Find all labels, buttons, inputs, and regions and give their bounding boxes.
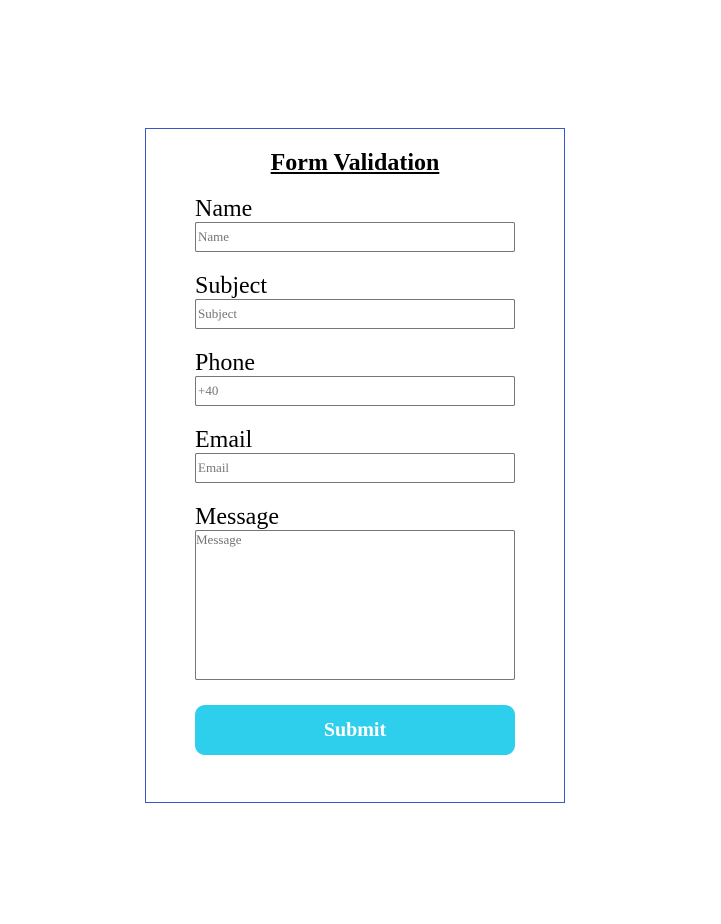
form-card: Form Validation Name Subject Phone Email… xyxy=(145,128,565,803)
subject-label: Subject xyxy=(195,273,267,299)
email-input[interactable] xyxy=(195,453,515,483)
message-field-group: Message xyxy=(195,504,515,680)
name-input[interactable] xyxy=(195,222,515,252)
subject-input[interactable] xyxy=(195,299,515,329)
name-field-group: Name xyxy=(195,196,515,252)
name-label: Name xyxy=(195,196,253,222)
subject-field-group: Subject xyxy=(195,273,515,329)
phone-input[interactable] xyxy=(195,376,515,406)
submit-button[interactable]: Submit xyxy=(195,705,515,755)
phone-field-group: Phone xyxy=(195,350,515,406)
phone-label: Phone xyxy=(195,350,255,376)
message-textarea[interactable] xyxy=(195,530,515,680)
message-label: Message xyxy=(195,504,279,530)
form-title: Form Validation xyxy=(270,150,440,176)
email-label: Email xyxy=(195,427,253,453)
email-field-group: Email xyxy=(195,427,515,483)
